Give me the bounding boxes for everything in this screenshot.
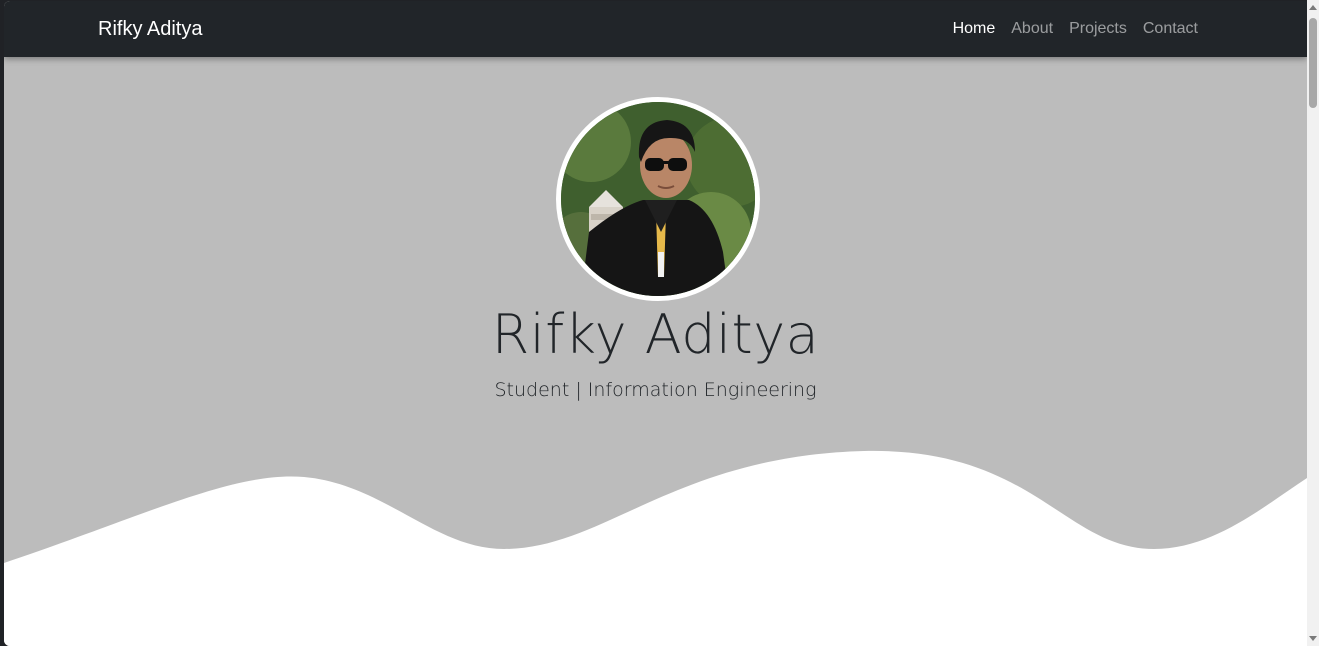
hero-subtitle: Student | Information Engineering	[494, 379, 817, 401]
page-viewport: Rifky Aditya Student | Information Engin…	[4, 1, 1307, 646]
hero-name: Rifky Aditya	[491, 303, 820, 366]
hero-section: Rifky Aditya Student | Information Engin…	[4, 57, 1307, 646]
top-navbar: Rifky Aditya Home About Projects Contact	[4, 1, 1307, 57]
nav-link-contact[interactable]: Contact	[1135, 19, 1206, 39]
profile-photo-icon	[561, 102, 755, 296]
nav-links: Home About Projects Contact	[945, 19, 1206, 39]
vertical-scrollbar[interactable]	[1307, 0, 1319, 646]
nav-link-projects[interactable]: Projects	[1061, 19, 1135, 39]
navbar-brand[interactable]: Rifky Aditya	[98, 17, 202, 41]
scrollbar-thumb[interactable]	[1309, 18, 1317, 108]
scroll-up-arrow-icon[interactable]	[1309, 5, 1317, 10]
hero-content: Rifky Aditya Student | Information Engin…	[4, 57, 1307, 646]
nav-link-home[interactable]: Home	[945, 19, 1004, 39]
profile-avatar	[556, 97, 760, 301]
nav-link-about[interactable]: About	[1003, 19, 1061, 39]
scroll-down-arrow-icon[interactable]	[1309, 636, 1317, 641]
